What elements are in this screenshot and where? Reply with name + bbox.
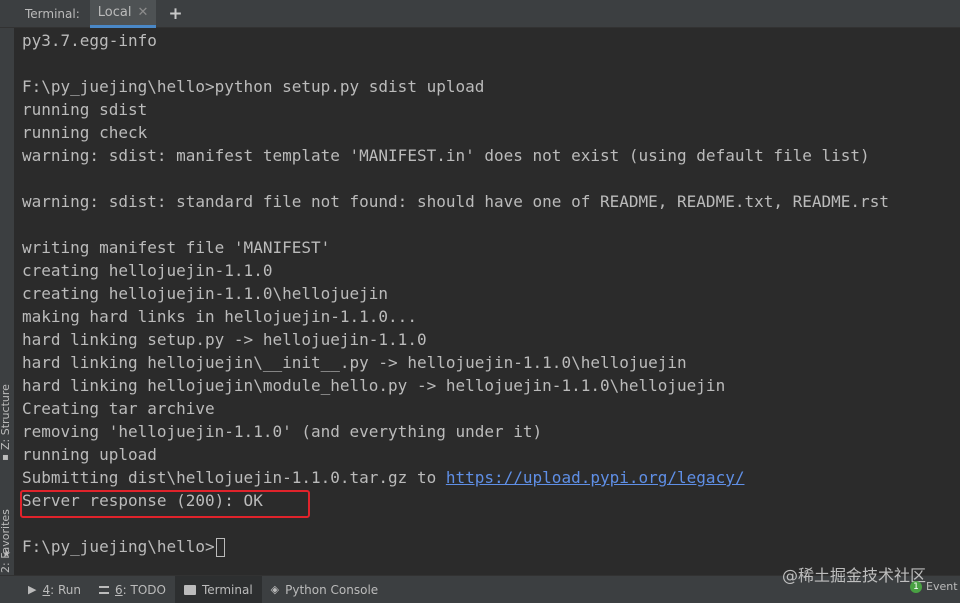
close-icon[interactable]: ✕ bbox=[137, 5, 148, 20]
terminal-line: hard linking hellojuejin\module_hello.py… bbox=[22, 376, 726, 395]
terminal-tab-bar: Terminal: Local ✕ + bbox=[0, 0, 960, 28]
terminal-line: running sdist bbox=[22, 100, 148, 119]
submit-prefix: Submitting dist\hellojuejin-1.1.0.tar.gz… bbox=[22, 468, 446, 487]
watermark: @稀土掘金技术社区 bbox=[782, 566, 927, 585]
run-icon: ▶ bbox=[28, 583, 37, 596]
terminal-line: Creating tar archive bbox=[22, 399, 215, 418]
terminal-line: writing manifest file 'MANIFEST' bbox=[22, 238, 331, 257]
tab-todo-hotkey: 6 bbox=[114, 582, 123, 597]
tab-run[interactable]: ▶ 4: Run bbox=[19, 576, 90, 603]
tab-todo-label: : TODO bbox=[122, 582, 166, 597]
terminal-line: creating hellojuejin-1.1.0 bbox=[22, 261, 273, 280]
terminal-line: running check bbox=[22, 123, 148, 142]
server-response-highlight bbox=[20, 490, 310, 518]
tab-terminal[interactable]: T Terminal bbox=[174, 576, 262, 603]
python-console-icon: ◈ bbox=[270, 583, 280, 596]
tab-todo[interactable]: = 6: TODO bbox=[90, 576, 175, 603]
terminal-line: Submitting dist\hellojuejin-1.1.0.tar.gz… bbox=[22, 466, 744, 489]
todo-icon: = bbox=[98, 585, 109, 594]
terminal-line: removing 'hellojuejin-1.1.0' (and everyt… bbox=[22, 422, 543, 441]
tab-run-label: : Run bbox=[50, 582, 81, 597]
prompt-text: F:\py_juejing\hello> bbox=[22, 537, 215, 556]
event-label: Event bbox=[926, 580, 958, 593]
terminal-label: Terminal: bbox=[25, 6, 80, 21]
pypi-upload-link[interactable]: https://upload.pypi.org/legacy/ bbox=[446, 468, 745, 487]
terminal-line: hard linking hellojuejin\__init__.py -> … bbox=[22, 353, 687, 372]
plus-icon[interactable]: + bbox=[168, 0, 182, 28]
tab-local[interactable]: Local ✕ bbox=[89, 0, 157, 28]
terminal-line: hard linking setup.py -> hellojuejin-1.1… bbox=[22, 330, 427, 349]
left-tool-strip: ▪ Z: Structure ★ 2: Favorites bbox=[0, 28, 15, 575]
cursor bbox=[215, 538, 225, 557]
tab-python-console-label: Python Console bbox=[285, 582, 379, 597]
terminal-line: warning: sdist: standard file not found:… bbox=[22, 192, 889, 211]
event-log-button[interactable]: 1 Event bbox=[910, 580, 958, 593]
terminal-line: warning: sdist: manifest template 'MANIF… bbox=[22, 146, 870, 165]
event-count-badge: 1 bbox=[910, 580, 922, 593]
terminal-line: creating hellojuejin-1.1.0\hellojuejin bbox=[22, 284, 389, 303]
terminal-line: F:\py_juejing\hello>python setup.py sdis… bbox=[22, 77, 485, 96]
terminal-line: running upload bbox=[22, 445, 157, 464]
terminal-icon: T bbox=[183, 584, 196, 595]
tab-python-console[interactable]: ◈ Python Console bbox=[262, 576, 388, 603]
tab-run-hotkey: 4 bbox=[42, 582, 51, 597]
tab-local-label: Local bbox=[97, 4, 132, 20]
tab-terminal-label: Terminal bbox=[201, 582, 253, 597]
terminal-line: making hard links in hellojuejin-1.1.0..… bbox=[22, 307, 417, 326]
sidebar-item-structure[interactable]: Z: Structure bbox=[0, 384, 12, 450]
sidebar-item-favorites[interactable]: 2: Favorites bbox=[0, 509, 12, 573]
structure-icon: ▪ bbox=[2, 452, 9, 463]
terminal-line: py3.7.egg-info bbox=[22, 31, 157, 50]
prompt-line[interactable]: F:\py_juejing\hello> bbox=[22, 535, 225, 558]
